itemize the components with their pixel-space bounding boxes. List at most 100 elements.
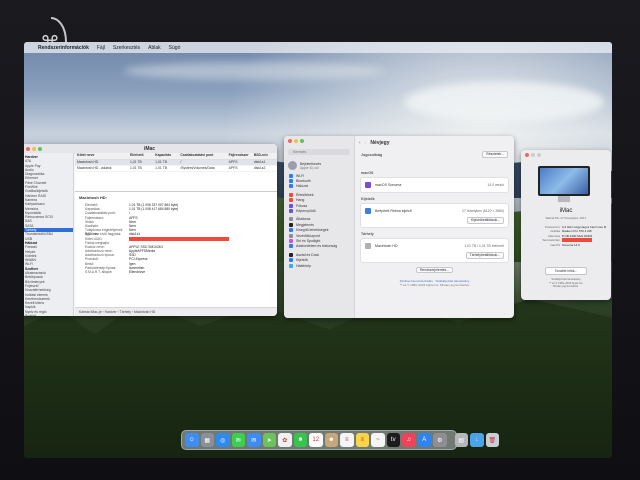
messages-icon[interactable]: ✉ — [231, 433, 245, 447]
app-store-icon[interactable]: A — [417, 433, 431, 447]
details-button[interactable]: Részletek... — [482, 151, 508, 158]
sysinfo-main: Kötet neve Elérhető Kapacitás Csatlakoztatá… — [75, 153, 277, 308]
volume-table: Macintosh HD 1,01 TB 1,01 TB / APFS disk1s1 Ma… — [75, 160, 277, 172]
downloads-icon[interactable]: ↓ — [470, 433, 484, 447]
settings-search-input[interactable]: Keresés — [288, 149, 350, 155]
settings-category-icon — [289, 217, 293, 222]
notes-icon[interactable]: ≡ — [355, 433, 369, 447]
system-settings-icon[interactable]: ⚙ — [433, 433, 447, 447]
disk-icon — [365, 243, 371, 249]
redacted-value — [129, 236, 229, 241]
column-header[interactable]: BSD-név — [252, 153, 277, 159]
more-info-button[interactable]: További infók... — [545, 267, 587, 275]
settings-nav-label: Képernyőidő — [296, 209, 316, 214]
system-information-window: iMac Hardver ATA Apple Pay Audio Diagnosztik… — [24, 144, 277, 316]
column-header[interactable]: Elérhető — [128, 153, 153, 159]
table-row[interactable]: Macintosh HD - adatok 1,01 TB 1,01 TB/Syst… — [75, 166, 277, 172]
freeform-icon[interactable]: ~ — [371, 433, 385, 447]
sidebar-item[interactable]: Profilok — [24, 314, 73, 316]
settings-category-icon — [289, 252, 293, 257]
imac-image — [538, 166, 590, 202]
display-settings-button[interactable]: Kijelzőbeállítások... — [466, 217, 504, 224]
menu-item[interactable]: Szerkesztés — [113, 45, 140, 51]
settings-nav-item[interactable]: Háttérkép — [284, 263, 354, 268]
minimize-button[interactable] — [294, 139, 298, 143]
menu-bar: Rendszerinformációk Fájl Szerkesztés Abl… — [24, 42, 612, 53]
launchpad-icon[interactable]: ▦ — [200, 433, 214, 447]
table-cell: /System/Volumes/Data — [180, 166, 215, 170]
macos-icon — [365, 182, 371, 188]
section-storage: Tárhely — [361, 232, 374, 236]
minimize-button[interactable] — [531, 153, 535, 157]
table-cell: APFS — [228, 166, 238, 170]
settings-category-icon — [289, 173, 293, 178]
apple-id-account[interactable]: Bejelentkezés Apple ID-val — [284, 158, 354, 173]
settings-nav-label: Kijelzők — [296, 258, 309, 263]
traffic-lights — [525, 153, 541, 157]
settings-category-icon — [289, 233, 293, 238]
forward-icon[interactable]: › — [365, 140, 367, 146]
back-icon[interactable]: ‹ — [359, 140, 361, 146]
system-report-button[interactable]: Rendszerjelentés... — [415, 267, 454, 273]
detail-value: 1,01 TB (1 008 417 684 880 byte) — [129, 207, 179, 212]
menu-item[interactable]: Ablak — [148, 45, 161, 51]
macos-card: macOS Sonoma 14.0 verzió — [360, 177, 509, 193]
column-header[interactable]: Fájlrendszer — [227, 153, 252, 159]
safari-icon[interactable]: ◎ — [216, 433, 230, 447]
settings-category-icon — [289, 238, 293, 243]
mail-icon[interactable]: ✉ — [247, 433, 261, 447]
settings-nav-label: Adatvédelem és biztonság — [296, 244, 338, 249]
maps-icon[interactable]: ➤ — [262, 433, 276, 447]
settings-nav-label: Fókusz — [296, 203, 308, 208]
table-cell: disk1s1 — [253, 160, 266, 164]
reminders-icon[interactable]: ≡ — [340, 433, 354, 447]
settings-category-icon — [289, 209, 293, 214]
settings-nav-label: Általános — [296, 217, 311, 222]
avatar — [288, 161, 297, 170]
model-sub: Retina 5K, 27 hüvelykes, 2017 — [545, 216, 587, 220]
column-header[interactable]: Csatlakoztatási pont — [178, 153, 226, 159]
photos-icon[interactable]: ✿ — [278, 433, 292, 447]
settings-category-icon — [289, 258, 293, 263]
zoom-button[interactable] — [300, 139, 304, 143]
detail-list: Elérhető: 1,01 TB (1 006 337 007 864 byte… — [79, 203, 273, 274]
settings-category-icon — [289, 203, 293, 208]
spec-row: macOS Sonoma 14.0 — [526, 243, 606, 247]
window-title: iMac — [143, 145, 156, 152]
spec-list: Processzor 3,4 GHz négymagos Intel Core i… — [526, 225, 606, 247]
redaction-bar — [129, 236, 229, 241]
display-card: Beépített Retina kijelző 27 hüvelykes (5… — [360, 203, 509, 228]
settings-nav: Wi-Fi Bluetooth Hálózat Értesítések Hang Fóku… — [284, 173, 354, 268]
contacts-icon[interactable]: ☻ — [324, 433, 338, 447]
menu-item[interactable]: Súgó — [169, 45, 181, 51]
menu-app-name[interactable]: Rendszerinformációk — [38, 45, 89, 51]
close-button[interactable] — [525, 153, 529, 157]
storage-settings-button[interactable]: Tárhelybeállítások... — [465, 252, 504, 259]
finder-icon[interactable]: ☺ — [185, 433, 199, 447]
settings-sidebar: Keresés Bejelentkezés Apple ID-val Wi-Fi… — [284, 136, 355, 318]
dock: ☺ ▦ ◎ ✉ ✉ ➤ ✿ ■ 12 ☻ ≡ ≡ ~ tv ♫ A ⚙ ▤ ↓ 🗑 — [181, 430, 499, 450]
trash-icon[interactable]: 🗑 — [485, 433, 499, 447]
storage-card: Macintosh HD 1,01 TB / 1,01 TB elérhető … — [360, 238, 509, 263]
detail-title: Macintosh HD: — [79, 195, 107, 200]
table-cell: Macintosh HD — [77, 160, 99, 164]
close-button[interactable] — [288, 139, 292, 143]
column-header[interactable]: Kapacitás — [153, 153, 178, 159]
settings-category-icon — [289, 222, 293, 227]
calendar-icon[interactable]: 12 — [309, 433, 323, 447]
zoom-button[interactable] — [537, 153, 541, 157]
storage-spec: 1,01 TB / 1,01 TB elérhető — [464, 244, 504, 248]
facetime-icon[interactable]: ■ — [293, 433, 307, 447]
page-title: Névjegy — [370, 139, 390, 146]
menu-item[interactable]: Fájl — [97, 45, 105, 51]
settings-category-icon — [289, 192, 293, 197]
settings-nav-label: Siri és Spotlight — [296, 238, 321, 243]
music-icon[interactable]: ♫ — [402, 433, 416, 447]
tv-icon[interactable]: tv — [386, 433, 400, 447]
column-header[interactable]: Kötet neve — [75, 153, 128, 159]
settings-category-icon — [289, 179, 293, 184]
system-info-icon[interactable]: ▤ — [454, 433, 468, 447]
traffic-lights — [288, 139, 304, 143]
settings-nav-label: Vezérlőközpont — [296, 233, 320, 238]
display-name: Beépített Retina kijelző — [375, 209, 412, 213]
